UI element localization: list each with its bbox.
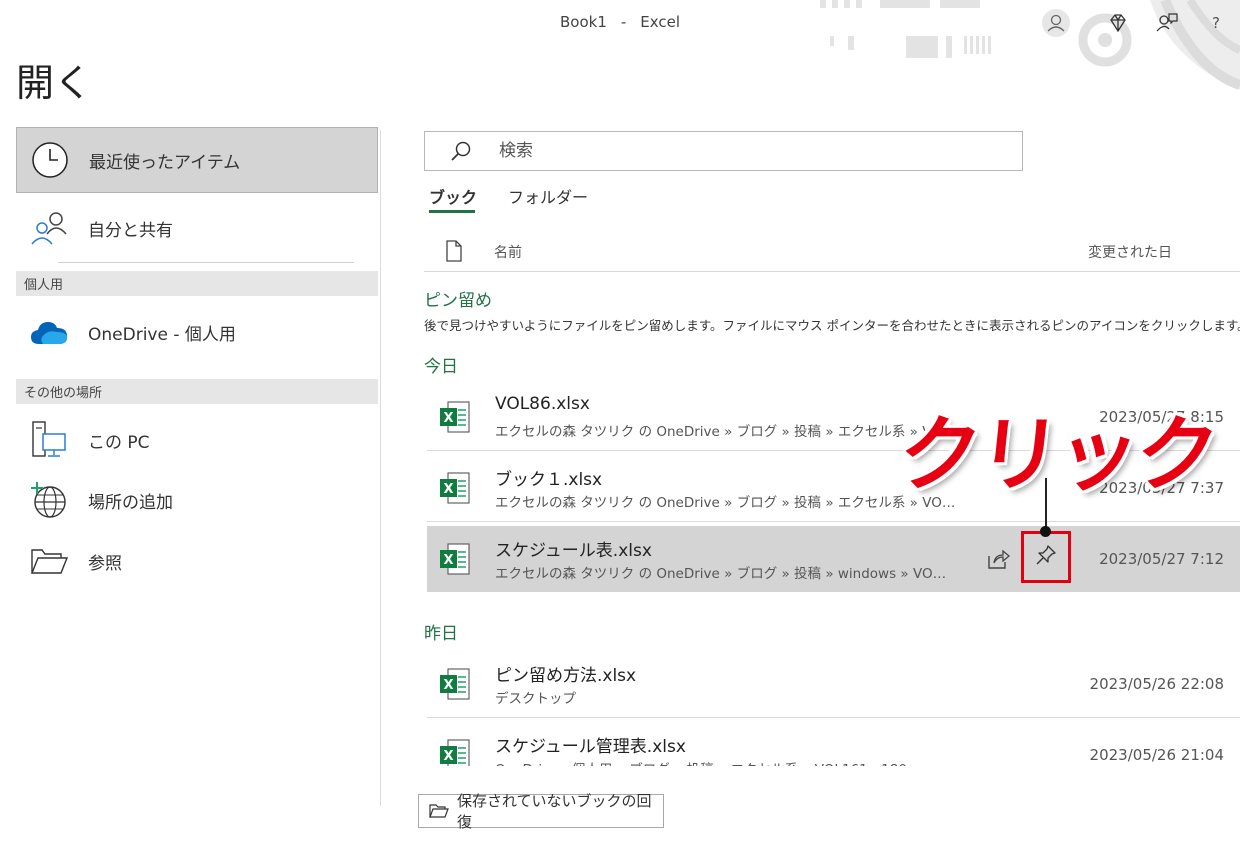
file-name: ブック１.xlsx bbox=[495, 470, 603, 490]
file-row[interactable]: X スケジュール管理表.xlsx OneDrive - 個人用 » ブログ » … bbox=[427, 722, 1240, 766]
file-path: エクセルの森 タツリク の OneDrive » ブログ » 投稿 » エクセル… bbox=[495, 495, 956, 511]
click-annotation: クリック bbox=[894, 408, 1221, 503]
nav-label: 自分と共有 bbox=[88, 220, 173, 241]
section-header-personal: 個人用 bbox=[16, 271, 378, 296]
file-name: ピン留め方法.xlsx bbox=[495, 666, 637, 686]
shared-people-icon bbox=[22, 210, 76, 246]
group-title-pinned: ピン留め bbox=[424, 291, 492, 311]
nav-item-this-pc[interactable]: この PC bbox=[16, 407, 378, 473]
svg-text:X: X bbox=[443, 749, 453, 764]
search-box[interactable] bbox=[424, 131, 1023, 171]
file-path: エクセルの森 タツリク の OneDrive » ブログ » 投稿 » エクセル… bbox=[495, 424, 956, 440]
pin-button[interactable] bbox=[1021, 531, 1071, 583]
folder-open-icon bbox=[22, 545, 76, 577]
document-name: Book1 bbox=[559, 13, 607, 31]
nav-item-browse[interactable]: 参照 bbox=[16, 528, 378, 594]
header-divider bbox=[424, 271, 1240, 272]
pane-divider bbox=[380, 130, 381, 806]
column-header-name[interactable]: 名前 bbox=[494, 242, 522, 262]
row-divider bbox=[427, 521, 1240, 522]
nav-label: 参照 bbox=[88, 553, 122, 574]
nav-item-shared[interactable]: 自分と共有 bbox=[16, 195, 378, 261]
account-icon[interactable] bbox=[1041, 8, 1071, 38]
app-name: Excel bbox=[640, 13, 681, 31]
nav-item-recent[interactable]: 最近使ったアイテム bbox=[16, 127, 378, 193]
search-icon bbox=[425, 139, 497, 163]
file-date: 2023/05/26 21:04 bbox=[1089, 746, 1224, 764]
section-header-other: その他の場所 bbox=[16, 379, 378, 404]
svg-text:X: X bbox=[443, 553, 453, 568]
file-list-clip: X スケジュール管理表.xlsx OneDrive - 個人用 » ブログ » … bbox=[427, 722, 1240, 766]
recover-label: 保存されていないブックの回復 bbox=[457, 792, 652, 831]
nav-label: OneDrive - 個人用 bbox=[88, 324, 236, 345]
nav-label: 最近使ったアイテム bbox=[89, 152, 241, 173]
title-bar: Book1- Excel ? bbox=[0, 0, 1240, 90]
coauthoring-icon[interactable] bbox=[1152, 8, 1182, 38]
file-date: 2023/05/27 7:12 bbox=[1099, 550, 1224, 568]
svg-text:X: X bbox=[443, 678, 453, 693]
excel-file-icon: X bbox=[439, 471, 471, 509]
tab-folders[interactable]: フォルダー bbox=[508, 184, 588, 208]
diamond-icon[interactable] bbox=[1103, 8, 1133, 38]
nav-item-add-place[interactable]: 場所の追加 bbox=[16, 467, 378, 533]
file-path: OneDrive - 個人用 » ブログ » 投稿 » エクセル系 » VOL1… bbox=[495, 758, 907, 766]
page-title: 開く bbox=[16, 61, 93, 105]
help-button[interactable]: ? bbox=[1201, 8, 1231, 38]
globe-add-icon bbox=[22, 480, 76, 520]
computer-icon bbox=[22, 420, 76, 460]
folder-icon bbox=[429, 803, 449, 819]
file-row[interactable]: X ピン留め方法.xlsx デスクトップ 2023/05/26 22:08 bbox=[427, 651, 1240, 717]
nav-label: 場所の追加 bbox=[88, 492, 173, 513]
callout-dot bbox=[1040, 526, 1051, 537]
svg-text:X: X bbox=[443, 411, 453, 426]
svg-text:X: X bbox=[443, 482, 453, 497]
file-row-hovered[interactable]: X スケジュール表.xlsx エクセルの森 タツリク の OneDrive » … bbox=[427, 526, 1240, 592]
row-divider bbox=[427, 717, 1240, 718]
clock-icon bbox=[23, 141, 77, 179]
group-title-yesterday: 昨日 bbox=[424, 624, 458, 644]
pinned-description: 後で見つけやすいようにファイルをピン留めします。ファイルにマウス ポインターを合… bbox=[424, 318, 1240, 333]
onedrive-icon bbox=[22, 318, 76, 346]
active-tab-indicator bbox=[429, 210, 475, 213]
file-name: VOL86.xlsx bbox=[495, 394, 590, 414]
excel-file-icon: X bbox=[439, 738, 471, 766]
file-name: スケジュール表.xlsx bbox=[495, 541, 652, 561]
share-icon[interactable] bbox=[985, 546, 1011, 576]
nav-label: この PC bbox=[88, 432, 150, 453]
file-date: 2023/05/26 22:08 bbox=[1089, 675, 1224, 693]
tab-books[interactable]: ブック bbox=[429, 184, 477, 208]
search-input[interactable] bbox=[497, 140, 981, 162]
nav-item-onedrive[interactable]: OneDrive - 個人用 bbox=[16, 299, 378, 365]
title-separator: - bbox=[620, 13, 627, 31]
divider bbox=[58, 262, 354, 263]
file-name: スケジュール管理表.xlsx bbox=[495, 737, 686, 757]
file-type-header-icon bbox=[445, 240, 463, 266]
file-path: エクセルの森 タツリク の OneDrive » ブログ » 投稿 » wind… bbox=[495, 566, 947, 582]
column-header-modified[interactable]: 変更された日 bbox=[1088, 242, 1172, 262]
excel-file-icon: X bbox=[439, 667, 471, 705]
file-path: デスクトップ bbox=[495, 691, 576, 707]
recover-unsaved-button[interactable]: 保存されていないブックの回復 bbox=[418, 792, 664, 831]
excel-file-icon: X bbox=[439, 542, 471, 580]
pin-icon bbox=[1035, 544, 1057, 570]
excel-file-icon: X bbox=[439, 400, 471, 438]
group-title-today: 今日 bbox=[424, 357, 458, 377]
